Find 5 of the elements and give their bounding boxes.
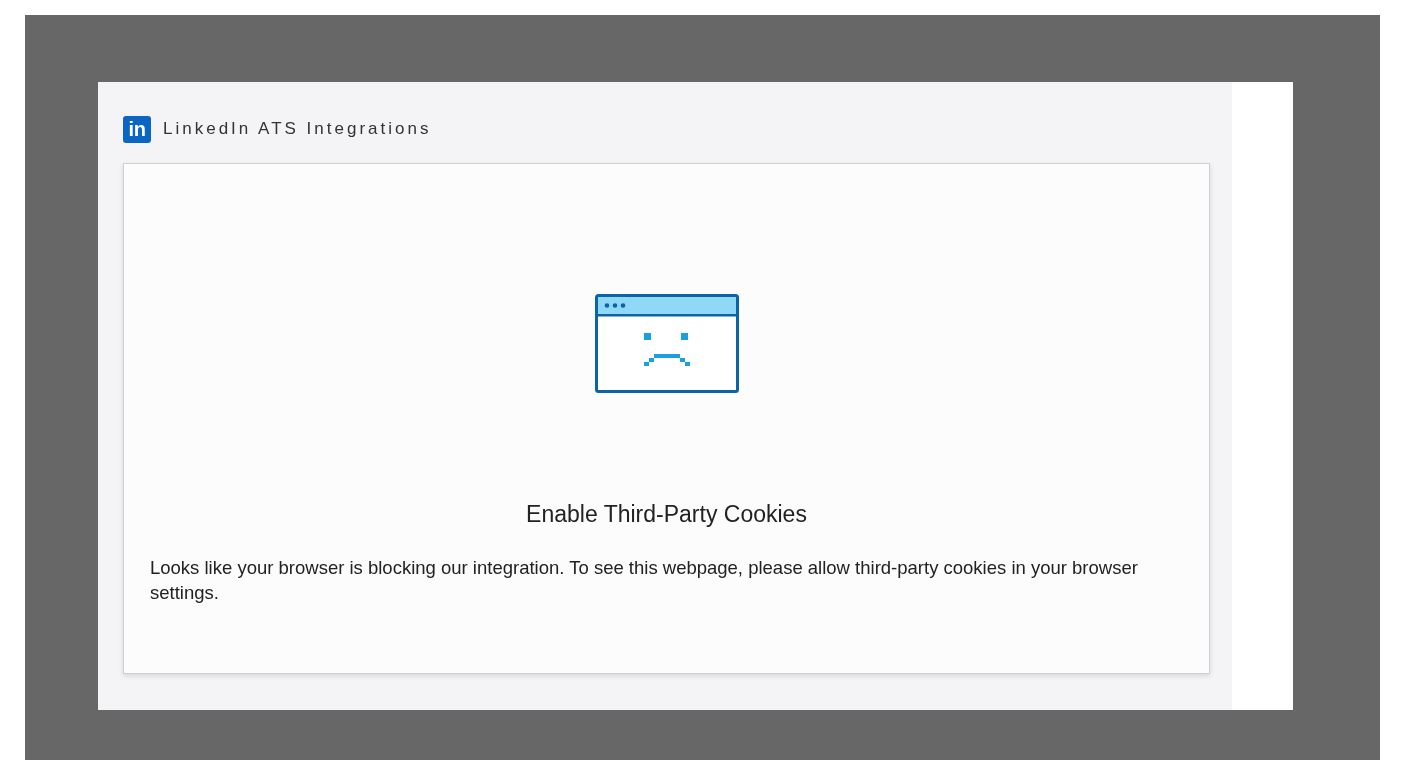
sad-browser-icon [594, 294, 739, 393]
message-title: Enable Third-Party Cookies [526, 501, 807, 528]
linkedin-logo: in [123, 115, 151, 143]
app-title: LinkedIn ATS Integrations [163, 119, 432, 139]
message-text: Looks like your browser is blocking our integration. To see this webpage, please allow third-party cookies in your browser settings. [150, 556, 1139, 605]
